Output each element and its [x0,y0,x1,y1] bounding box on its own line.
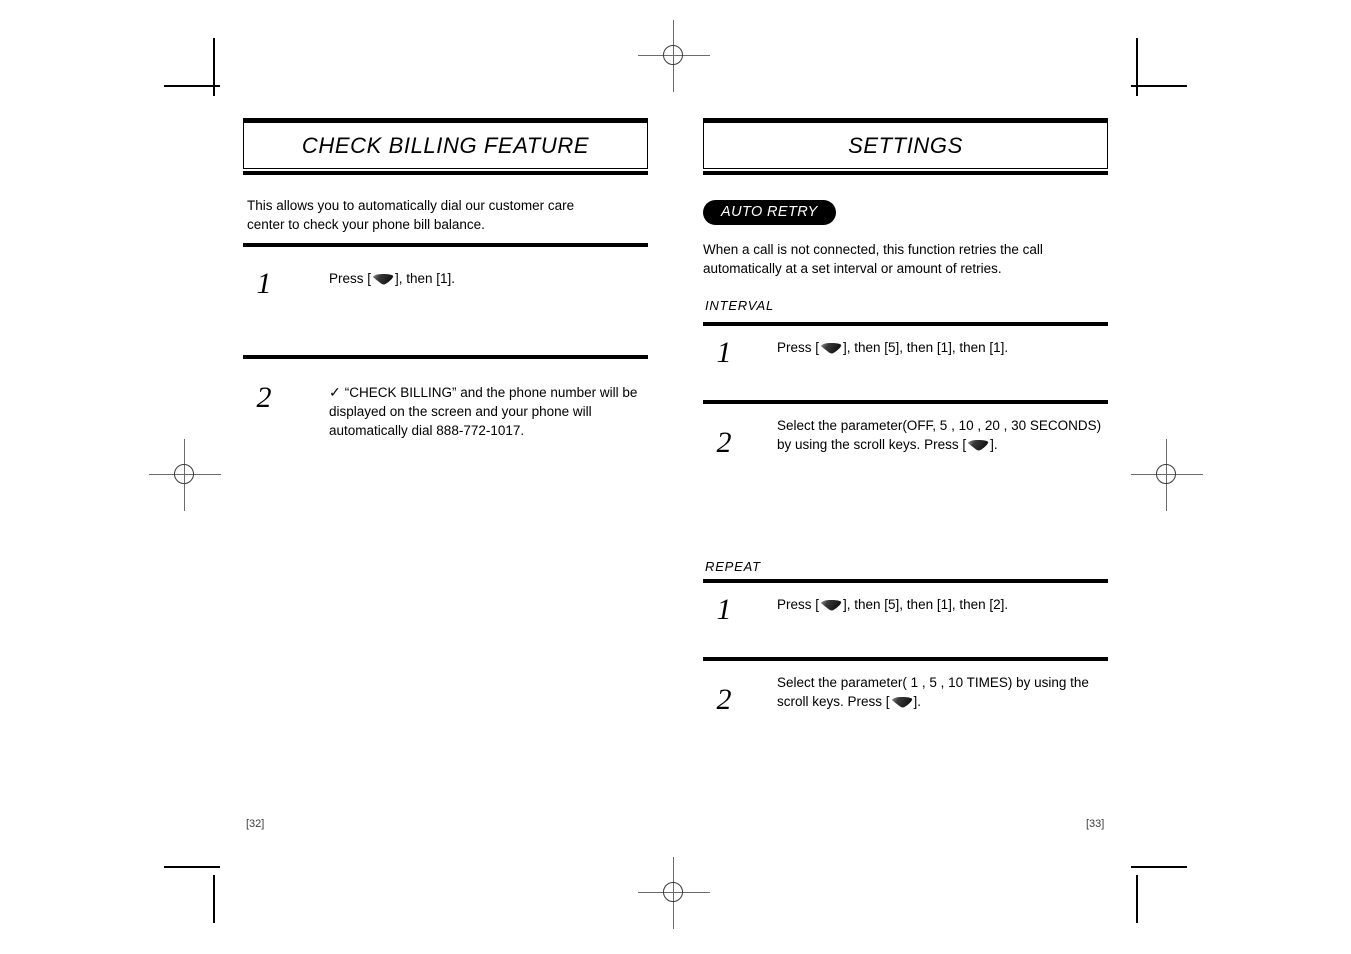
crop-mark-top-left-vertical [213,38,215,96]
step-text: Press [ ], then [5], then [1], then [2]. [745,595,1108,614]
registration-mark-bottom-center [638,857,710,929]
header-rule-thin-bottom [243,168,648,169]
registration-mark-left-middle [149,439,221,511]
left-chapter-header: CHECK BILLING FEATURE [243,118,648,175]
registration-circle [174,464,194,484]
registration-circle [663,882,683,902]
subsection-label-repeat: REPEAT [705,559,761,574]
step-text-after-icon: ]. [990,437,998,452]
subsection-label-interval: INTERVAL [705,298,775,313]
step-number: 1 [716,336,732,369]
step-text-before-icon: Press [ [777,597,820,612]
step-text: Press [ ], then [1]. [285,269,648,288]
left-step-1: 1 Press [ ], then [1]. [243,243,648,357]
header-box: CHECK BILLING FEATURE [243,123,648,168]
step-text-before-icon: Select the parameter( 1 , 5 , 10 TIMES) … [777,675,1089,709]
page-number-left: [32] [246,818,265,830]
crop-mark-bottom-right-horizontal [1131,866,1187,868]
send-key-icon [820,597,842,611]
step-text-before-icon: Press [ [777,340,820,355]
step-text: Select the parameter( 1 , 5 , 10 TIMES) … [745,673,1108,711]
step-text-before-icon: Select the parameter(OFF, 5 , 10 , 20 , … [777,418,1102,452]
right-page: SETTINGS AUTO RETRY When a call is not c… [703,0,1108,954]
step-text: Press [ ], then [5], then [1], then [1]. [745,338,1108,357]
step-text: ✓ “CHECK BILLING” and the phone number wi… [285,383,648,440]
step-text-after-icon: ]. [913,694,922,709]
header-rule-thin-bottom [703,168,1108,169]
registration-mark-top-center [638,20,710,92]
page-number-right: [33] [1086,818,1105,830]
left-step-2: 2 ✓ “CHECK BILLING” and the phone number … [243,355,648,440]
send-key-icon [967,437,989,451]
crop-mark-bottom-left-horizontal [164,866,220,868]
interval-step-2: 2 Select the parameter(OFF, 5 , 10 , 20 … [703,400,1108,512]
header-box: SETTINGS [703,123,1108,168]
step-number: 2 [256,381,272,414]
crop-mark-bottom-left-vertical [213,875,215,923]
send-key-icon [372,271,394,285]
crop-mark-top-left-horizontal [164,85,220,87]
repeat-step-2: 2 Select the parameter( 1 , 5 , 10 TIMES… [703,657,1108,769]
check-icon: ✓ [329,384,341,400]
left-page: CHECK BILLING FEATURE This allows you to… [243,0,648,954]
send-key-icon [820,340,842,354]
step-text-after-icon: ], then [5], then [1], then [1]. [843,340,1009,355]
header-rule-bottom [243,171,648,175]
header-rule-bottom [703,171,1108,175]
registration-circle [663,45,683,65]
registration-mark-right-middle [1131,439,1203,511]
intro-paragraph: This allows you to automatically dial ou… [247,198,575,232]
step-text-after-icon: ], then [1]. [395,271,456,286]
crop-mark-top-right-horizontal [1131,85,1187,87]
step-text-body: “CHECK BILLING” and the phone number wil… [329,385,638,438]
step-number: 2 [716,426,732,459]
page-title: CHECK BILLING FEATURE [301,132,590,158]
intro-paragraph: When a call is not connected, this funct… [703,242,1043,276]
crop-mark-bottom-right-vertical [1136,875,1138,923]
step-number: 1 [716,593,732,626]
right-chapter-header: SETTINGS [703,118,1108,175]
step-text-after-icon: ], then [5], then [1], then [2]. [843,597,1009,612]
step-text: Select the parameter(OFF, 5 , 10 , 20 , … [745,416,1108,454]
section-badge-auto-retry: AUTO RETRY [703,200,836,225]
page-title: SETTINGS [848,132,963,158]
registration-circle [1156,464,1176,484]
crop-mark-top-right-vertical [1136,38,1138,96]
step-number: 1 [256,267,272,300]
step-number: 2 [716,683,732,716]
step-text-before-icon: Press [ [329,271,372,286]
send-key-icon [891,694,913,708]
